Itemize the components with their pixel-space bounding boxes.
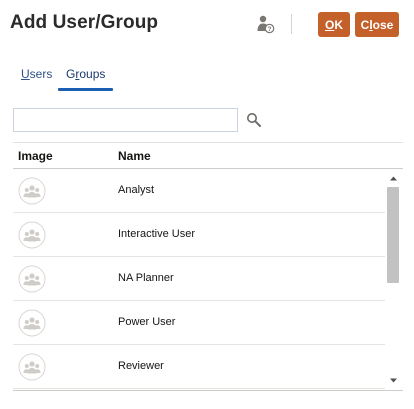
column-header-image: Image <box>18 149 53 163</box>
toolbar-divider <box>291 14 292 34</box>
tab-users[interactable]: Users <box>21 67 52 91</box>
table-bottom-divider <box>13 390 403 391</box>
ok-label: K <box>334 17 343 32</box>
ok-button[interactable]: OK <box>318 12 350 37</box>
close-label-rest: ose <box>372 17 394 32</box>
user-help-icon[interactable]: ? <box>255 14 275 34</box>
table-row[interactable]: NA Planner <box>13 257 385 301</box>
column-header-name[interactable]: Name <box>118 149 151 163</box>
row-name: Reviewer <box>118 360 164 372</box>
group-avatar-icon <box>18 265 46 293</box>
row-name: Interactive User <box>118 228 196 240</box>
group-avatar-icon <box>18 309 46 337</box>
scrollbar-thumb[interactable] <box>387 187 399 283</box>
search-input[interactable] <box>13 108 238 132</box>
close-label-first: C <box>360 17 370 32</box>
table-row[interactable]: Power User <box>13 301 385 345</box>
close-button[interactable]: Cl ose <box>355 12 399 37</box>
ok-mnemonic: O <box>324 17 335 32</box>
table-row[interactable]: Interactive User <box>13 213 385 257</box>
row-name: Analyst <box>118 184 155 196</box>
group-avatar-icon <box>18 353 46 381</box>
tab-users-label: sers <box>29 67 53 81</box>
row-name: NA Planner <box>118 272 174 284</box>
group-avatar-icon <box>18 177 46 205</box>
group-avatar-icon <box>18 221 46 249</box>
table-top-divider <box>13 142 403 143</box>
row-name: Power User <box>118 316 176 328</box>
scroll-up-arrow-icon[interactable] <box>389 174 398 183</box>
tab-groups-label-rest: oups <box>79 67 106 81</box>
tab-groups-label-first: G <box>66 67 76 81</box>
tab-groups[interactable]: Groups <box>57 67 114 91</box>
svg-text:?: ? <box>268 26 272 33</box>
table-row[interactable]: Analyst <box>13 169 385 213</box>
tab-users-mnemonic: U <box>21 67 30 81</box>
table-row[interactable]: Reviewer <box>13 345 385 389</box>
table-scrollbar[interactable] <box>385 169 402 390</box>
scroll-down-arrow-icon[interactable] <box>389 376 398 385</box>
dialog-title: Add User/Group <box>10 12 159 33</box>
table-body: Analyst Interactive User NA Planner Powe… <box>13 169 385 390</box>
search-icon[interactable] <box>246 112 262 128</box>
